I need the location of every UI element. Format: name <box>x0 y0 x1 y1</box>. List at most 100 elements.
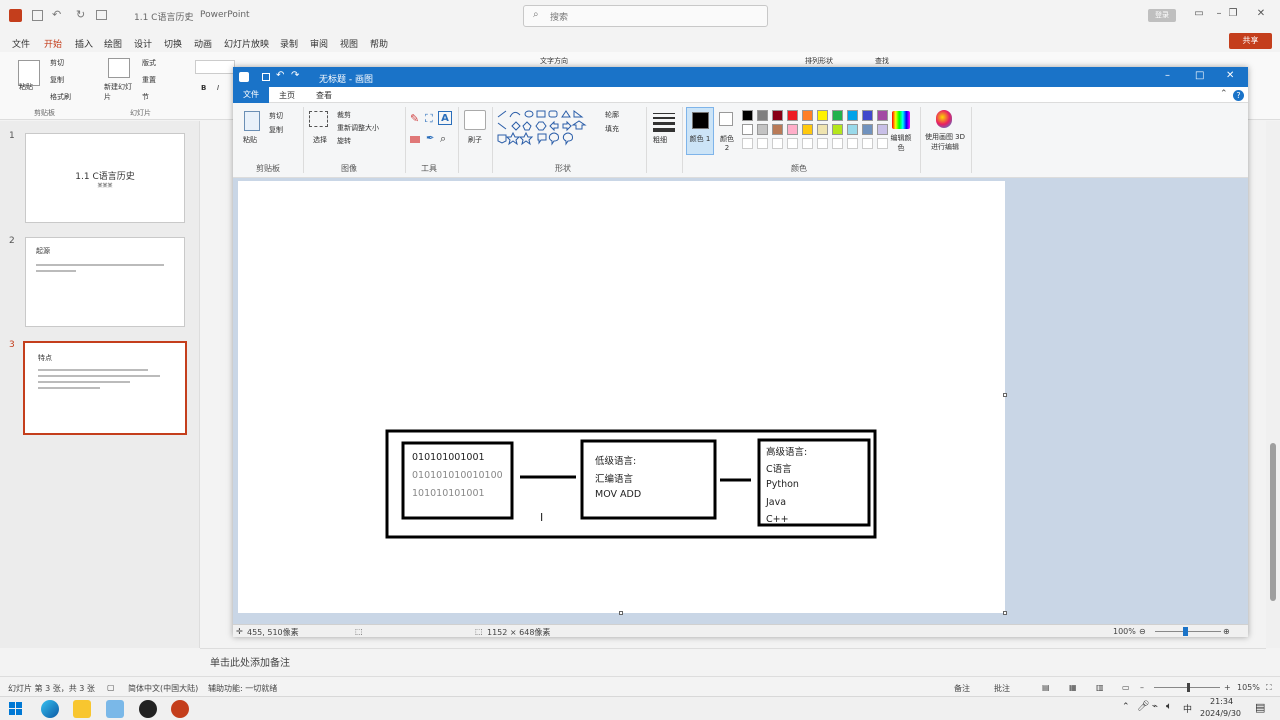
notes-pane[interactable]: 单击此处添加备注 <box>200 648 1266 670</box>
custom-color-swatch[interactable] <box>787 138 798 149</box>
edge-icon[interactable] <box>41 700 59 718</box>
text-icon[interactable]: A <box>438 111 452 125</box>
copy-button[interactable]: 复制 <box>50 75 64 85</box>
reading-view-icon[interactable]: ▥ <box>1096 683 1104 692</box>
font-box[interactable] <box>195 60 235 74</box>
edit-colors-button[interactable]: 编辑颜色 <box>890 133 912 153</box>
color-swatch[interactable] <box>742 110 753 121</box>
tab-transitions[interactable]: 切换 <box>164 37 182 50</box>
thickness-icon[interactable] <box>653 109 675 132</box>
color-swatch[interactable] <box>877 110 888 121</box>
color-picker-icon[interactable]: ✒ <box>426 133 434 144</box>
zoom-slider-thumb[interactable] <box>1187 683 1190 692</box>
ime-indicator[interactable]: 中 <box>1183 702 1192 715</box>
section-button[interactable]: 节 <box>142 92 149 102</box>
color1-selector[interactable] <box>686 107 714 155</box>
zoom-out-button[interactable]: – <box>1140 683 1144 692</box>
slide-sorter-icon[interactable]: ▦ <box>1069 683 1077 692</box>
color-swatch[interactable] <box>832 124 843 135</box>
save-icon[interactable] <box>32 10 43 21</box>
custom-color-swatch[interactable] <box>862 138 873 149</box>
collapse-ribbon-icon[interactable]: ⌃ <box>1220 89 1228 99</box>
color-swatch[interactable] <box>802 124 813 135</box>
color-swatch[interactable] <box>772 110 783 121</box>
accessibility-status[interactable]: 辅助功能: 一切就绪 <box>208 683 277 694</box>
volume-icon[interactable]: 🔈︎ <box>1166 701 1172 712</box>
color-swatch[interactable] <box>817 110 828 121</box>
tab-review[interactable]: 审阅 <box>310 37 328 50</box>
tab-view[interactable]: 视图 <box>340 37 358 50</box>
edit-colors-icon[interactable] <box>892 111 910 129</box>
tab-record[interactable]: 录制 <box>280 37 298 50</box>
app-icon[interactable] <box>106 700 124 718</box>
custom-color-swatch[interactable] <box>847 138 858 149</box>
minimize-button[interactable]: – <box>1165 70 1170 81</box>
sign-in-button[interactable]: 登录 <box>1148 9 1176 22</box>
resize-handle-corner[interactable] <box>1003 611 1007 615</box>
network-icon[interactable]: ⌁ <box>1152 701 1158 712</box>
color-swatch[interactable] <box>787 110 798 121</box>
custom-color-swatch[interactable] <box>742 138 753 149</box>
tab-home[interactable]: 主页 <box>279 90 295 101</box>
share-button[interactable]: 共享 <box>1229 33 1272 49</box>
italic-button[interactable]: I <box>217 84 219 92</box>
paint3d-button[interactable]: 使用画图 3D 进行编辑 <box>923 132 967 152</box>
tab-help[interactable]: 帮助 <box>370 37 388 50</box>
tray-expand-icon[interactable]: ⌃ <box>1122 702 1130 712</box>
powerpoint-taskbar-icon[interactable] <box>171 700 189 718</box>
slideshow-icon[interactable]: ▭ <box>1122 683 1130 692</box>
text-direction-button[interactable]: 文字方向 <box>540 56 568 66</box>
comments-button[interactable]: 批注 <box>994 683 1010 694</box>
copy-button[interactable]: 复制 <box>269 125 283 135</box>
tab-file[interactable]: 文件 <box>233 87 269 103</box>
ribbon-display-icon[interactable]: ▭ <box>1192 8 1206 22</box>
custom-color-swatch[interactable] <box>817 138 828 149</box>
outline-button[interactable]: 轮廓 <box>605 110 619 120</box>
scrollbar-thumb[interactable] <box>1270 443 1276 601</box>
pencil-icon[interactable]: ✎ <box>410 112 419 125</box>
layout-button[interactable]: 版式 <box>142 58 156 68</box>
color-swatch[interactable] <box>862 124 873 135</box>
zoom-slider-thumb[interactable] <box>1183 627 1188 636</box>
close-button[interactable]: ✕ <box>1254 8 1268 22</box>
zoom-out-button[interactable]: ⊖ <box>1139 627 1146 636</box>
close-button[interactable]: ✕ <box>1226 70 1234 81</box>
cut-button[interactable]: 剪切 <box>50 58 64 68</box>
fit-to-window-icon[interactable]: ⛶ <box>1266 683 1272 693</box>
zoom-in-button[interactable]: + <box>1224 683 1231 692</box>
language-indicator[interactable]: 简体中文(中国大陆) <box>128 683 198 694</box>
color-swatch[interactable] <box>742 124 753 135</box>
slide-thumbnail-2[interactable]: 起源 <box>25 237 185 327</box>
custom-color-swatch[interactable] <box>877 138 888 149</box>
tab-view[interactable]: 查看 <box>316 90 332 101</box>
rotate-button[interactable]: 旋转 <box>337 136 351 146</box>
zoom-slider[interactable] <box>1154 683 1220 692</box>
thickness-button[interactable]: 粗细 <box>653 135 675 145</box>
magnifier-icon[interactable]: ⌕ <box>440 132 446 146</box>
select-button[interactable]: 选择 <box>313 135 327 145</box>
slide-thumbnail-3-selected[interactable]: 特点 <box>23 341 187 435</box>
paste-icon[interactable] <box>244 111 260 131</box>
crop-button[interactable]: 裁剪 <box>337 110 351 120</box>
tab-animations[interactable]: 动画 <box>194 37 212 50</box>
arrange-button[interactable]: 排列形状 <box>805 56 833 66</box>
color-swatch[interactable] <box>817 124 828 135</box>
tab-draw[interactable]: 绘图 <box>104 37 122 50</box>
shapes-gallery[interactable] <box>496 109 596 149</box>
color-swatch[interactable] <box>757 110 768 121</box>
new-slide-icon[interactable] <box>108 58 130 78</box>
notes-button[interactable]: 备注 <box>954 683 970 694</box>
color-swatch[interactable] <box>802 110 813 121</box>
tab-design[interactable]: 设计 <box>134 37 152 50</box>
cut-button[interactable]: 剪切 <box>269 111 283 121</box>
present-icon[interactable] <box>96 10 107 20</box>
slide-thumbnail-1[interactable]: 1.1 C语言历史 某某某 <box>25 133 185 223</box>
save-icon[interactable] <box>262 73 270 81</box>
format-painter-button[interactable]: 格式刷 <box>50 92 71 102</box>
brush-icon[interactable] <box>464 110 486 130</box>
clock-date[interactable]: 2024/9/30 <box>1200 709 1241 718</box>
resize-handle-right[interactable] <box>1003 393 1007 397</box>
microphone-icon[interactable]: 🎤︎ <box>1137 701 1150 712</box>
color-swatch[interactable] <box>847 110 858 121</box>
paste-button[interactable]: 粘贴 <box>243 135 257 145</box>
